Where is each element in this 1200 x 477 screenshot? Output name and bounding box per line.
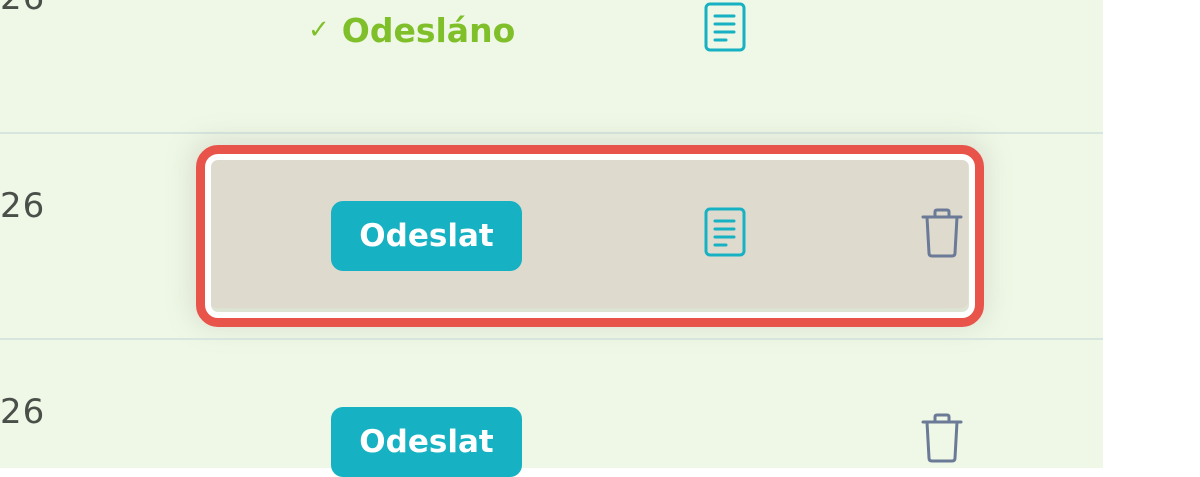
trash-icon[interactable] [920, 207, 964, 259]
date-cell: 26 [0, 392, 46, 432]
document-icon[interactable] [703, 1, 747, 53]
status-label: Odesláno [341, 10, 516, 50]
date-cell: 26 [0, 186, 46, 226]
invoice-table: 26 ✓ Odesláno 26 Odeslat [0, 0, 1103, 477]
status-sent: ✓ Odesláno [308, 10, 515, 50]
document-icon[interactable] [703, 206, 747, 258]
highlight-backdrop [210, 158, 968, 308]
trash-icon[interactable] [920, 412, 964, 464]
row-divider [0, 338, 1103, 340]
check-icon: ✓ [308, 15, 330, 45]
page-gutter [1103, 0, 1200, 468]
send-button[interactable]: Odeslat [331, 201, 522, 271]
date-cell: 26 [0, 0, 45, 18]
row-divider [0, 132, 1103, 134]
send-button[interactable]: Odeslat [331, 407, 522, 477]
